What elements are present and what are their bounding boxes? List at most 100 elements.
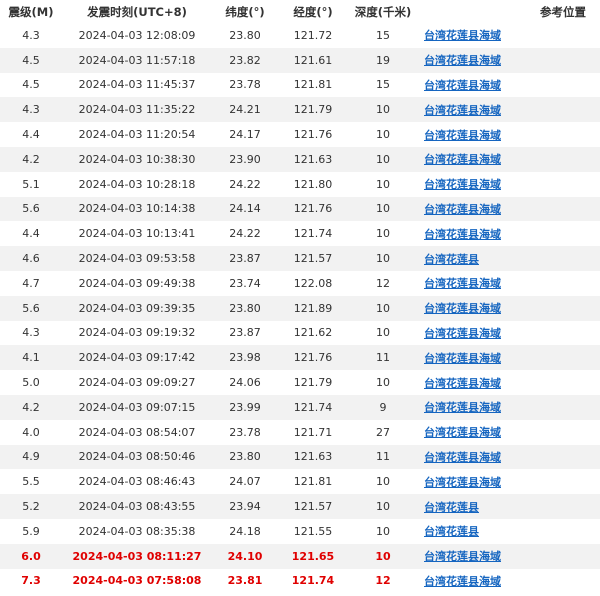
location-link[interactable]: 台湾花莲县海域 [424, 104, 501, 117]
cell-latitude: 23.78 [212, 72, 278, 98]
location-link[interactable]: 台湾花莲县海域 [424, 153, 501, 166]
cell-time: 2024-04-03 11:20:54 [62, 122, 212, 147]
cell-longitude: 121.63 [278, 146, 348, 172]
location-link[interactable]: 台湾花莲县海域 [424, 54, 501, 67]
cell-time: 2024-04-03 09:09:27 [62, 370, 212, 395]
table-row: 5.6 2024-04-03 10:14:38 24.14 121.76 10 台湾花莲县… [0, 196, 600, 222]
cell-longitude: 121.81 [278, 469, 348, 495]
table-row: 4.2 2024-04-03 09:07:15 23.99 121.74 9 台湾花莲县海… [0, 394, 600, 420]
cell-depth: 10 [348, 320, 418, 346]
cell-time: 2024-04-03 08:50:46 [62, 444, 212, 470]
cell-latitude: 24.21 [212, 97, 278, 123]
table-row: 5.5 2024-04-03 08:46:43 24.07 121.81 10 台湾花莲县… [0, 469, 600, 495]
cell-time: 2024-04-03 11:45:37 [62, 72, 212, 98]
cell-depth: 15 [348, 23, 418, 48]
cell-depth: 15 [348, 72, 418, 98]
cell-longitude: 121.79 [278, 370, 348, 395]
table-row: 4.1 2024-04-03 09:17:42 23.98 121.76 11 台湾花莲县… [0, 345, 600, 371]
cell-longitude: 121.63 [278, 444, 348, 470]
location-link[interactable]: 台湾花莲县海域 [424, 178, 501, 191]
cell-magnitude: 5.1 [0, 171, 62, 197]
cell-depth: 12 [348, 270, 418, 296]
cell-magnitude: 5.9 [0, 518, 62, 544]
location-link[interactable]: 台湾花莲县海域 [424, 302, 501, 315]
cell-magnitude: 5.5 [0, 469, 62, 495]
cell-latitude: 23.94 [212, 494, 278, 519]
location-link[interactable]: 台湾花莲县 [424, 501, 479, 514]
table-row: 4.3 2024-04-03 12:08:09 23.80 121.72 15 台湾花莲县… [0, 23, 600, 48]
location-link[interactable]: 台湾花莲县海域 [424, 377, 501, 390]
cell-depth: 10 [348, 171, 418, 197]
cell-depth: 19 [348, 47, 418, 73]
cell-longitude: 121.74 [278, 568, 348, 594]
cell-latitude: 24.18 [212, 518, 278, 544]
cell-depth: 10 [348, 196, 418, 222]
location-link[interactable]: 台湾花莲县海域 [424, 129, 501, 142]
cell-location: 台湾花莲县海域 [418, 72, 600, 98]
header-depth: 深度(千米) [348, 0, 418, 23]
cell-magnitude: 4.2 [0, 146, 62, 172]
location-link[interactable]: 台湾花莲县海域 [424, 451, 501, 464]
cell-location: 台湾花莲县 [418, 494, 600, 519]
location-link[interactable]: 台湾花莲县海域 [424, 550, 501, 563]
cell-location: 台湾花莲县海域 [418, 146, 600, 172]
table-row: 4.3 2024-04-03 11:35:22 24.21 121.79 10 台湾花莲县… [0, 97, 600, 123]
cell-location: 台湾花莲县海域 [418, 23, 600, 48]
cell-magnitude: 4.4 [0, 221, 62, 247]
cell-latitude: 23.81 [212, 568, 278, 594]
location-link[interactable]: 台湾花莲县海域 [424, 575, 501, 588]
table-row: 5.1 2024-04-03 10:28:18 24.22 121.80 10 台湾花莲县… [0, 171, 600, 197]
location-link[interactable]: 台湾花莲县海域 [424, 29, 501, 42]
cell-location: 台湾花莲县海域 [418, 394, 600, 420]
cell-location: 台湾花莲县海域 [418, 221, 600, 247]
cell-location: 台湾花莲县海域 [418, 171, 600, 197]
location-link[interactable]: 台湾花莲县海域 [424, 476, 501, 489]
location-link[interactable]: 台湾花莲县海域 [424, 352, 501, 365]
cell-depth: 11 [348, 345, 418, 371]
cell-location: 台湾花莲县海域 [418, 345, 600, 371]
cell-longitude: 122.08 [278, 270, 348, 296]
cell-location: 台湾花莲县海域 [418, 122, 600, 147]
cell-depth: 10 [348, 543, 418, 569]
table-row: 4.6 2024-04-03 09:53:58 23.87 121.57 10 台湾花莲县 [0, 246, 600, 271]
table-row: 5.0 2024-04-03 09:09:27 24.06 121.79 10 台湾花莲县… [0, 370, 600, 395]
cell-longitude: 121.74 [278, 394, 348, 420]
cell-longitude: 121.65 [278, 543, 348, 569]
cell-magnitude: 5.6 [0, 196, 62, 222]
cell-time: 2024-04-03 11:35:22 [62, 97, 212, 123]
cell-longitude: 121.89 [278, 295, 348, 321]
cell-time: 2024-04-03 10:28:18 [62, 171, 212, 197]
location-link[interactable]: 台湾花莲县海域 [424, 79, 501, 92]
header-location: 参考位置 [418, 0, 600, 23]
cell-depth: 10 [348, 518, 418, 544]
table-row: 4.3 2024-04-03 09:19:32 23.87 121.62 10 台湾花莲县… [0, 320, 600, 346]
cell-time: 2024-04-03 08:43:55 [62, 494, 212, 519]
location-link[interactable]: 台湾花莲县海域 [424, 277, 501, 290]
header-latitude: 纬度(°) [212, 0, 278, 23]
cell-latitude: 24.22 [212, 221, 278, 247]
cell-location: 台湾花莲县海域 [418, 295, 600, 321]
cell-depth: 11 [348, 444, 418, 470]
cell-magnitude: 4.3 [0, 97, 62, 123]
table-row: 5.6 2024-04-03 09:39:35 23.80 121.89 10 台湾花莲县… [0, 295, 600, 321]
cell-latitude: 23.74 [212, 270, 278, 296]
location-link[interactable]: 台湾花莲县海域 [424, 228, 501, 241]
cell-latitude: 24.07 [212, 469, 278, 495]
cell-location: 台湾花莲县海域 [418, 568, 600, 594]
header-longitude: 经度(°) [278, 0, 348, 23]
location-link[interactable]: 台湾花莲县 [424, 525, 479, 538]
table-row: 4.5 2024-04-03 11:45:37 23.78 121.81 15 台湾花莲县… [0, 72, 600, 98]
location-link[interactable]: 台湾花莲县海域 [424, 203, 501, 216]
cell-magnitude: 4.2 [0, 394, 62, 420]
location-link[interactable]: 台湾花莲县海域 [424, 401, 501, 414]
location-link[interactable]: 台湾花莲县海域 [424, 327, 501, 340]
location-link[interactable]: 台湾花莲县 [424, 253, 479, 266]
location-link[interactable]: 台湾花莲县海域 [424, 426, 501, 439]
cell-magnitude: 4.0 [0, 419, 62, 445]
cell-location: 台湾花莲县海域 [418, 543, 600, 569]
cell-depth: 10 [348, 97, 418, 123]
cell-magnitude: 5.2 [0, 494, 62, 519]
cell-longitude: 121.71 [278, 419, 348, 445]
cell-longitude: 121.72 [278, 23, 348, 48]
cell-location: 台湾花莲县海域 [418, 47, 600, 73]
